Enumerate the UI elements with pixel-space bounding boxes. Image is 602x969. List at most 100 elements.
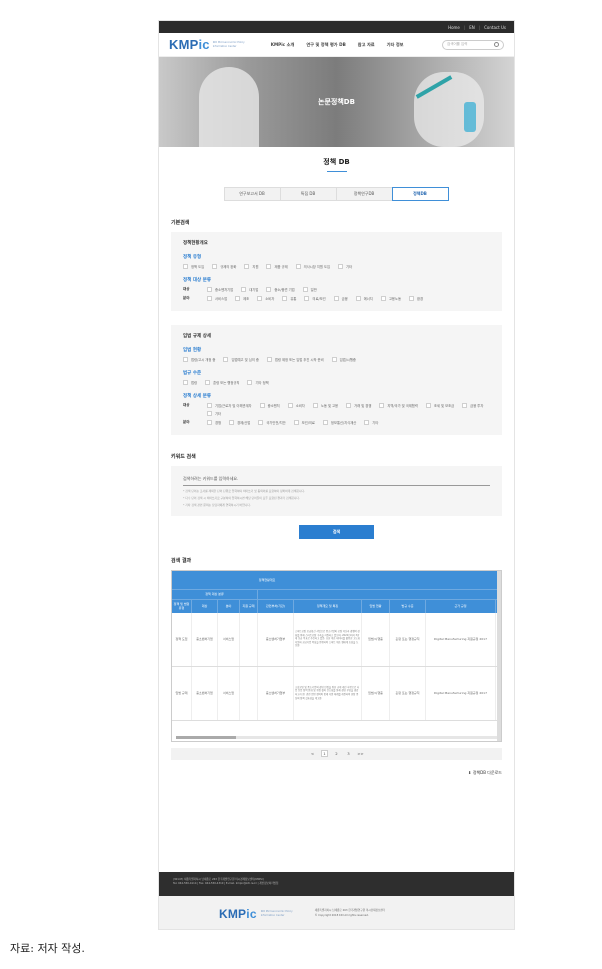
footer-logo-subtitle: KDI Microeconomic Policy Information Cen… — [260, 910, 293, 917]
table-row[interactable]: 입법 규제 중소벤처기업 서비스업 중소벤처기업부 소상공인 및 중소기업의 경… — [172, 666, 501, 721]
english-link[interactable]: EN — [469, 25, 475, 30]
page-number[interactable]: 2 — [333, 750, 340, 757]
checkbox[interactable]: 금융 — [333, 296, 348, 301]
checkbox[interactable]: 중소/중견 기업 — [266, 287, 295, 292]
checkbox[interactable]: 기타 — [338, 264, 352, 269]
checkbox[interactable]: 유통 — [282, 296, 296, 301]
checkbox[interactable]: 의료/보건 — [304, 296, 326, 301]
checkbox[interactable]: 법령/고시 개정 중 — [183, 357, 215, 362]
footer-info: 세종특별자치시 남세종로 263 한국개발연구원 미시경제정보센터 © Copy… — [314, 909, 385, 917]
search-help-text: * 검색 단어는 조사를 제외한 단어 단위로 입력하며 띄어쓰기 및 동의어를… — [183, 489, 305, 493]
checkbox[interactable]: 훈령 또는 행정규칙 — [205, 380, 239, 385]
checkbox[interactable]: 에너지 — [355, 296, 373, 301]
checkbox[interactable]: 일반 — [302, 287, 317, 292]
tab-policy-research[interactable]: 정책연구DB — [335, 187, 393, 201]
tab-research-report[interactable]: 연구보고서 DB — [223, 187, 281, 201]
checkbox[interactable]: 법령 제정 또는 입법 추진 시작 준비 — [266, 357, 324, 362]
box-title: 정책현황개요 — [183, 241, 208, 246]
search-icon[interactable] — [494, 42, 499, 47]
box-title: 입법 규제 상세 — [183, 334, 211, 339]
checkbox[interactable]: 규제의 완화 — [212, 264, 236, 269]
checkbox[interactable]: 중소벤처기업 — [207, 287, 233, 292]
search-input[interactable]: 검색어를 입력 — [442, 39, 504, 50]
detail-target-title: 정책 상세 분류 — [183, 394, 211, 399]
keyword-input[interactable]: 검색하려는 키워드를 입력하세요. — [183, 474, 490, 486]
db-tabs: 연구보고서 DB 특집 DB 정책연구DB 정책DB — [159, 187, 514, 201]
download-button[interactable]: ⬇ 정책DB 다운로드 — [159, 770, 502, 776]
contact-link[interactable]: Contact Us — [484, 25, 506, 30]
checkbox[interactable]: 노동 및 고용 — [312, 403, 338, 408]
checkbox[interactable]: 소비자 — [257, 296, 274, 301]
menu-item-research-db[interactable]: 연구 및 정책 평가 DB — [306, 42, 345, 48]
checkbox[interactable]: 환경 — [408, 296, 423, 301]
row-label: 분야 — [183, 296, 190, 300]
search-help-text: * 기타 검색 관련 문의는 담당자에게 연락하시기 바랍니다. — [183, 503, 251, 508]
row-label: 분야 — [183, 420, 190, 424]
logo-subtitle: KDI Microeconomic Policy Information Cen… — [212, 41, 245, 48]
checkbox[interactable]: 정보통신/지식재산 — [322, 420, 356, 425]
checkbox[interactable]: 제품 규제 — [266, 264, 288, 269]
checkbox[interactable]: 법령 — [183, 380, 197, 385]
checkbox[interactable]: 기타 — [207, 411, 221, 416]
menu-item-references[interactable]: 참고 자료 — [358, 42, 375, 48]
logo-text: KMPic — [169, 37, 210, 52]
field-row: 분야 서비스업 제조 소비자 유통 의료/보건 금융 에너지 고용노동 환경 — [183, 296, 490, 301]
checkbox[interactable]: 제조 — [235, 296, 249, 301]
policy-type-title: 정책 유형 — [183, 255, 202, 260]
checkbox[interactable]: 서비스업 — [207, 296, 227, 301]
vertical-scrollbar[interactable] — [497, 570, 501, 741]
checkbox[interactable]: 경쟁 — [207, 420, 221, 425]
hero-title: 논문정책DB — [318, 98, 355, 106]
checkbox[interactable]: 정책 도입 — [183, 264, 204, 269]
checkbox[interactable]: 기업/근로자 및 이해관계자 — [207, 403, 252, 408]
page-prev[interactable]: < — [309, 750, 316, 757]
checkbox[interactable]: 기타 — [364, 420, 378, 425]
checkbox[interactable]: 입법/시행중 — [331, 357, 356, 362]
target-row: 대상 기업/근로자 및 이해관계자 중소벤처 소비자 노동 및 고용 거래 및 … — [183, 403, 490, 416]
hero-banner: 논문정책DB — [159, 57, 514, 147]
level-title: 법규 수준 — [183, 371, 202, 376]
horizontal-scrollbar[interactable] — [176, 735, 497, 739]
checkbox[interactable]: 기타 정책 — [247, 380, 269, 385]
page-number[interactable]: 3 — [345, 750, 352, 757]
row-label: 대상 — [183, 287, 190, 291]
results-table: 정책현황개요 정책 대상 분류 정책 및 법령 유형 대상 분야 지원 규제 관… — [171, 569, 502, 742]
row-label: 대상 — [183, 403, 190, 407]
checkbox[interactable]: 의사시장 지원 도입 — [295, 264, 330, 269]
results-heading: 검색 결과 — [171, 557, 192, 564]
table-row[interactable]: 정책 도입 중소벤처기업 서비스업 중소벤처기업부 스마트공장 보급확산 사업으… — [172, 612, 501, 667]
checkbox[interactable]: 중소벤처 — [259, 403, 280, 408]
webpage-screenshot: Home | EN | Contact Us KMPic KDI Microec… — [158, 20, 515, 930]
checkbox[interactable]: 경제/산업 — [229, 420, 250, 425]
checkbox[interactable]: 고용노동 — [380, 296, 401, 301]
target-row: 대상 중소벤처기업 대기업 중소/중견 기업 일반 — [183, 287, 490, 292]
menu-item-etc[interactable]: 기타 정보 — [387, 42, 404, 48]
checkbox[interactable]: 국가안전/치안 — [258, 420, 286, 425]
checkbox[interactable]: 거래 및 경쟁 — [346, 403, 371, 408]
checkbox[interactable]: 대기업 — [241, 287, 258, 292]
pagination: < 1 2 3 >> — [171, 747, 502, 760]
footer-dark: (30147) 세종특별자치시 남세종로 263 한국개발연구원 미시경제정보센… — [159, 872, 514, 896]
site-logo[interactable]: KMPic KDI Microeconomic Policy Informati… — [169, 37, 253, 52]
tab-policy[interactable]: 정책DB — [391, 187, 449, 201]
checkbox[interactable]: 보건/의료 — [293, 420, 315, 425]
checkbox[interactable]: 금융 투자 — [462, 403, 483, 408]
menu-item-about[interactable]: KMPic 소개 — [271, 42, 295, 48]
page-number[interactable]: 1 — [321, 750, 328, 758]
checkbox[interactable]: 지원 — [244, 264, 258, 269]
download-icon: ⬇ — [468, 769, 472, 775]
basic-search-heading: 기본검색 — [171, 220, 190, 226]
table-group-header: 정책현황개요 — [172, 570, 501, 589]
footer-contact: Tel. 044-550-4114 | Fax. 044-550-4310 | … — [173, 882, 279, 886]
checkbox[interactable]: 소비자 — [287, 403, 305, 408]
table-group-header: 정책 대상 분류 — [172, 588, 501, 599]
page-last[interactable]: >> — [357, 750, 364, 757]
tab-special[interactable]: 특집 DB — [279, 187, 337, 201]
search-button[interactable]: 검색 — [299, 524, 374, 539]
home-link[interactable]: Home — [448, 25, 460, 30]
checkbox[interactable]: 조세 및 보조금 — [425, 403, 454, 408]
page-title: 정책 DB — [323, 158, 350, 166]
checkbox[interactable]: 지역/국가 및 국제협력 — [379, 403, 418, 408]
title-underline — [326, 171, 347, 172]
checkbox[interactable]: 입법예고 및 심의 중 — [223, 357, 259, 362]
